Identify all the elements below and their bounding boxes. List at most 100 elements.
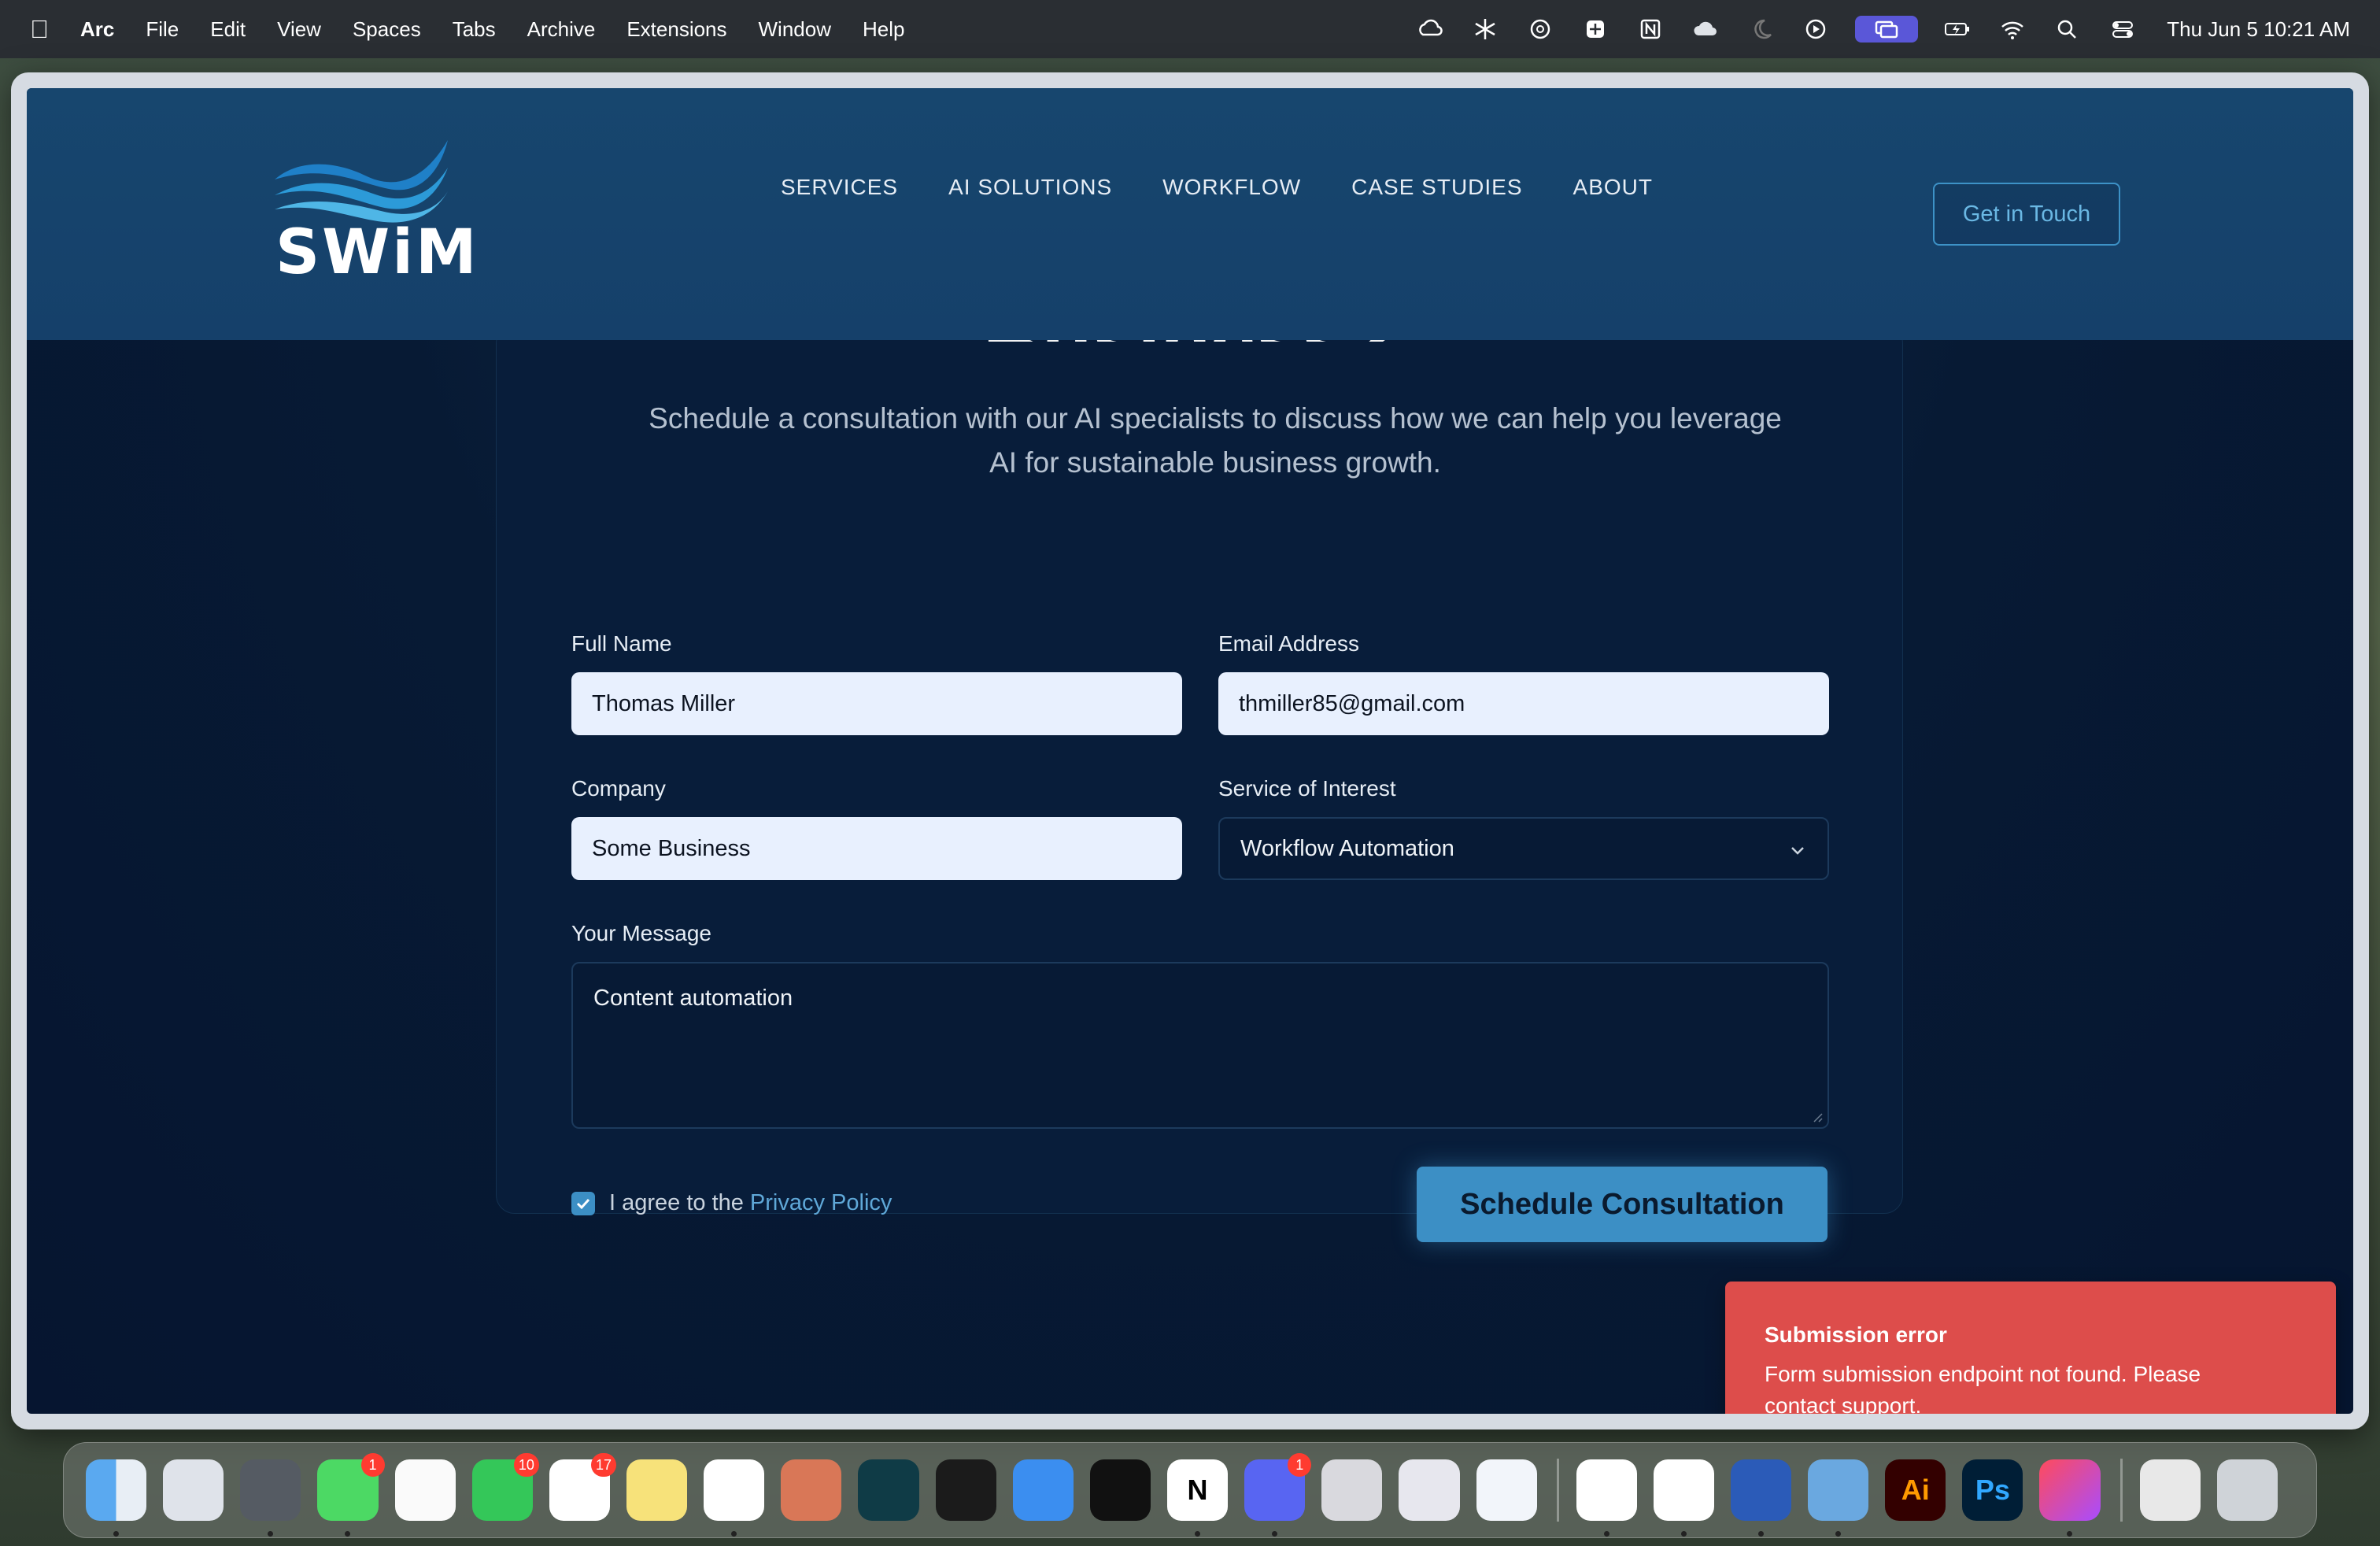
message-text: Content automation <box>593 986 793 1011</box>
menu-bar:  Arc File Edit View Spaces Tabs Archive… <box>0 0 2380 58</box>
mail-envelope-icon[interactable] <box>1012 1459 1074 1521</box>
menu-window[interactable]: Window <box>759 17 831 42</box>
cloud-sync-icon[interactable] <box>1414 16 1446 43</box>
menu-edit[interactable]: Edit <box>210 17 246 42</box>
main-nav: SERVICES AI SOLUTIONS WORKFLOW CASE STUD… <box>781 175 1653 200</box>
error-toast[interactable]: Submission error Form submission endpoin… <box>1725 1282 2336 1414</box>
messages-badge: 1 <box>360 1453 385 1477</box>
claude-icon[interactable] <box>781 1459 842 1521</box>
get-in-touch-button[interactable]: Get in Touch <box>1933 183 2120 246</box>
full-name-input[interactable]: Thomas Miller <box>571 672 1182 735</box>
nav-services[interactable]: SERVICES <box>781 175 898 200</box>
nav-ai-solutions[interactable]: AI SOLUTIONS <box>948 175 1112 200</box>
icloud-icon[interactable] <box>1690 16 1721 43</box>
menu-bar-right: Thu Jun 5 10:21 AM <box>1391 16 2350 43</box>
reminders-badge: 17 <box>590 1453 616 1477</box>
service-select-value: Workflow Automation <box>1240 835 1454 861</box>
reminders-icon[interactable]: 17 <box>549 1453 616 1521</box>
illustrator-icon[interactable]: Ai <box>1885 1459 1946 1521</box>
site-header: SWiM SERVICES AI SOLUTIONS WORKFLOW CASE… <box>27 88 2353 340</box>
apple-icon[interactable]:  <box>30 15 49 44</box>
notion-app-icon[interactable]: N <box>1166 1459 1229 1537</box>
message-textarea[interactable]: Content automation <box>571 962 1829 1129</box>
nav-case-studies[interactable]: CASE STUDIES <box>1351 175 1522 200</box>
chrome-icon[interactable] <box>1653 1459 1714 1537</box>
service-select[interactable]: Workflow Automation <box>1218 817 1829 880</box>
affinity-icon[interactable] <box>1399 1459 1460 1521</box>
screen-mirror-icon[interactable] <box>1855 16 1919 43</box>
craft-icon[interactable] <box>935 1459 996 1521</box>
notes-icon[interactable] <box>626 1459 688 1521</box>
finder-icon[interactable] <box>86 1459 147 1537</box>
email-label: Email Address <box>1218 631 1359 656</box>
battery-icon[interactable] <box>1942 16 1973 43</box>
menu-spaces[interactable]: Spaces <box>353 17 421 42</box>
wifi-icon[interactable] <box>1997 16 2028 43</box>
resize-grip-icon[interactable] <box>1810 1110 1823 1123</box>
chevron-down-icon <box>1791 847 1804 855</box>
privacy-agree-row: I agree to the Privacy Policy <box>571 1190 892 1216</box>
nav-workflow[interactable]: WORKFLOW <box>1162 175 1301 200</box>
play-icon[interactable] <box>1800 16 1831 43</box>
company-label: Company <box>571 776 666 801</box>
spotlight-search-icon[interactable] <box>2052 16 2083 43</box>
control-center-icon[interactable] <box>2107 16 2138 43</box>
discord-badge: 1 <box>1288 1453 1312 1477</box>
toast-title: Submission error <box>1765 1322 1947 1347</box>
nav-about[interactable]: ABOUT <box>1573 175 1653 200</box>
full-name-label: Full Name <box>571 631 672 656</box>
perplexity-icon[interactable] <box>1580 16 1611 43</box>
screenshot-tool-icon[interactable] <box>1089 1459 1151 1521</box>
privacy-policy-link[interactable]: Privacy Policy <box>750 1190 893 1216</box>
openai-icon[interactable] <box>1524 16 1556 43</box>
menu-bar-left:  Arc File Edit View Spaces Tabs Archive… <box>30 15 936 44</box>
launchpad-icon[interactable] <box>163 1459 224 1521</box>
display-icon[interactable] <box>1808 1459 1869 1537</box>
email-input[interactable]: thmiller85@gmail.com <box>1218 672 1829 735</box>
agree-text: I agree to the <box>609 1190 744 1215</box>
company-input[interactable]: Some Business <box>571 817 1182 880</box>
web-page: Business? SWiM SERVICES AI SOLUTIONS WOR… <box>27 88 2353 1414</box>
moon-icon[interactable] <box>1745 16 1776 43</box>
downloads-folder-icon[interactable] <box>2139 1459 2201 1521</box>
discord-icon[interactable]: 1 <box>1244 1453 1312 1537</box>
facetime-badge: 10 <box>513 1453 539 1477</box>
dock-divider <box>1556 1459 1559 1522</box>
menu-extensions[interactable]: Extensions <box>626 17 726 42</box>
menu-help[interactable]: Help <box>863 17 904 42</box>
logo-wordmark: SWiM <box>275 217 479 288</box>
notion-icon[interactable] <box>1635 16 1666 43</box>
passwords-icon[interactable] <box>1476 1459 1537 1521</box>
service-label: Service of Interest <box>1218 776 1396 801</box>
slack-icon[interactable] <box>1576 1459 1637 1537</box>
privacy-checkbox[interactable] <box>571 1191 595 1215</box>
browser-window: Business? SWiM SERVICES AI SOLUTIONS WOR… <box>11 72 2369 1429</box>
photoshop-icon[interactable]: Ps <box>1962 1459 2023 1521</box>
system-settings-icon[interactable] <box>240 1459 301 1537</box>
messages-icon[interactable]: 1 <box>317 1453 385 1537</box>
schedule-consultation-button[interactable]: Schedule Consultation <box>1417 1167 1828 1242</box>
menu-clock[interactable]: Thu Jun 5 10:21 AM <box>2167 17 2350 42</box>
menu-tabs[interactable]: Tabs <box>453 17 496 42</box>
iphone-mirroring-icon[interactable] <box>1321 1459 1383 1521</box>
dock-divider-2 <box>2119 1459 2123 1522</box>
form-subtitle: Schedule a consultation with our AI spec… <box>649 402 1782 479</box>
checkmark-icon <box>576 1198 590 1209</box>
creative-cloud-icon[interactable] <box>2039 1459 2101 1537</box>
word-icon[interactable] <box>1730 1459 1792 1537</box>
toast-message: Form submission endpoint not found. Plea… <box>1765 1362 2201 1414</box>
snowflake-icon[interactable] <box>1469 16 1501 43</box>
photos-icon[interactable] <box>394 1459 456 1521</box>
menu-view[interactable]: View <box>277 17 321 42</box>
swim-logo[interactable]: SWiM <box>271 140 477 288</box>
chatgpt-icon[interactable] <box>704 1459 765 1537</box>
menu-file[interactable]: File <box>146 17 179 42</box>
perplexity-app-icon[interactable] <box>858 1459 919 1521</box>
trash-icon[interactable] <box>2216 1459 2278 1521</box>
facetime-icon[interactable]: 10 <box>471 1453 539 1521</box>
menu-archive[interactable]: Archive <box>527 17 596 42</box>
menu-app-name[interactable]: Arc <box>80 17 114 42</box>
wave-logo-icon <box>275 140 448 223</box>
message-label: Your Message <box>571 921 711 945</box>
dock: 1 10 17 N 1 Ai Ps <box>63 1442 2317 1538</box>
